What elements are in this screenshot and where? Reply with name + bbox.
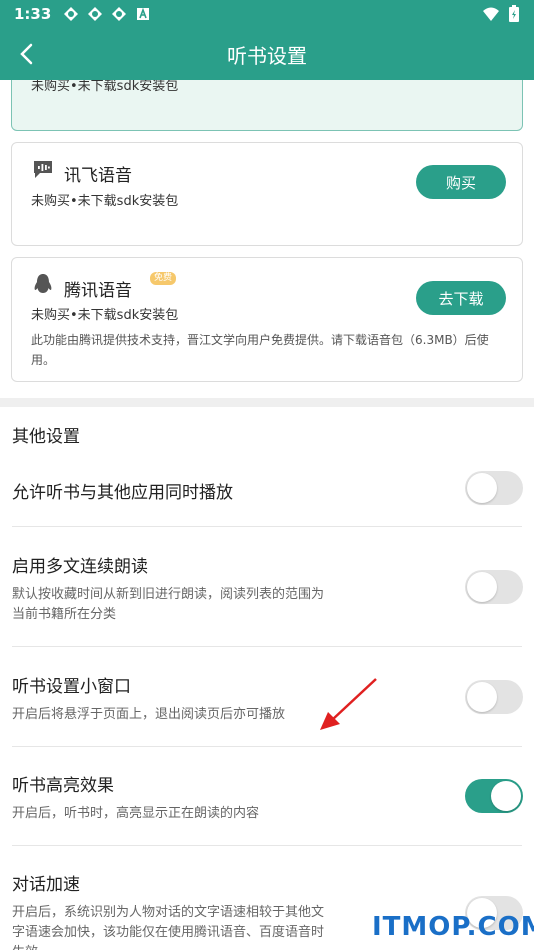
row-divider [12, 646, 522, 647]
app-icon [88, 7, 103, 21]
penguin-icon [34, 274, 52, 293]
section-title: 其他设置 [12, 427, 80, 447]
setting-title: 允许听书与其他应用同时播放 [12, 483, 233, 503]
status-bar: 1:33 [0, 0, 534, 28]
app-icon [64, 7, 79, 21]
voice-status: 未购买•未下载sdk安装包 [31, 194, 179, 209]
voice-name: 讯飞语音 [64, 166, 132, 186]
toggle-knob [491, 781, 521, 811]
setting-title: 对话加速 [12, 875, 80, 895]
red-arrow-annotation [320, 678, 377, 730]
voice-status: 未购买•未下载sdk安装包 [31, 308, 179, 323]
toggle-switch[interactable] [465, 680, 523, 714]
buy-button[interactable]: 购买 [416, 165, 506, 199]
voice-card-selected[interactable]: 未购买•未下载sdk安装包 [11, 80, 523, 131]
toggle-switch[interactable] [465, 779, 523, 813]
app-icon [112, 7, 127, 21]
toggle-knob [467, 572, 497, 602]
chat-bubble-icon [34, 161, 52, 178]
toggle-switch[interactable] [465, 570, 523, 604]
back-arrow-icon[interactable] [14, 40, 42, 68]
setting-title: 听书高亮效果 [12, 776, 114, 796]
a-icon [137, 7, 150, 20]
voice-status: 未购买•未下载sdk安装包 [31, 80, 179, 94]
battery-icon [509, 5, 519, 22]
voice-card-tencent[interactable]: 腾讯语音 免费 未购买•未下载sdk安装包 去下载 此功能由腾讯提供技术支持，晋… [11, 257, 523, 382]
setting-description: 开启后，听书时，高亮显示正在朗读的内容 [12, 806, 260, 821]
watermark: ITMOP.COM [372, 912, 534, 942]
page-title: 听书设置 [227, 43, 307, 68]
wifi-icon [483, 7, 499, 21]
app-bar: 听书设置 [0, 28, 534, 80]
row-divider [12, 746, 522, 747]
toggle-switch[interactable] [465, 471, 523, 505]
download-button[interactable]: 去下载 [416, 281, 506, 315]
setting-title: 听书设置小窗口 [12, 677, 131, 697]
setting-description: 开启后，系统识别为人物对话的文字语速相较于其他文字语速会加快，该功能仅在使用腾讯… [12, 905, 325, 950]
voice-description: 此功能由腾讯提供技术支持，晋江文学向用户免费提供。请下载语音包（6.3MB）后使… [31, 333, 489, 367]
status-time: 1:33 [14, 5, 52, 23]
row-divider [12, 526, 522, 527]
settings-content[interactable]: 未购买•未下载sdk安装包 讯飞语音 未购买•未下载sdk安装包 购买 腾讯语音… [0, 80, 534, 950]
free-badge: 免费 [150, 272, 177, 285]
setting-description: 默认按收藏时间从新到旧进行朗读，阅读列表的范围为当前书籍所在分类 [12, 587, 325, 622]
voice-card-xunfei[interactable]: 讯飞语音 未购买•未下载sdk安装包 购买 [11, 142, 523, 246]
toggle-knob [467, 473, 497, 503]
setting-title: 启用多文连续朗读 [12, 557, 148, 577]
status-right [482, 5, 520, 23]
voice-name: 腾讯语音 [64, 281, 132, 301]
section-divider [0, 398, 534, 407]
toggle-knob [467, 682, 497, 712]
row-divider [12, 845, 522, 846]
